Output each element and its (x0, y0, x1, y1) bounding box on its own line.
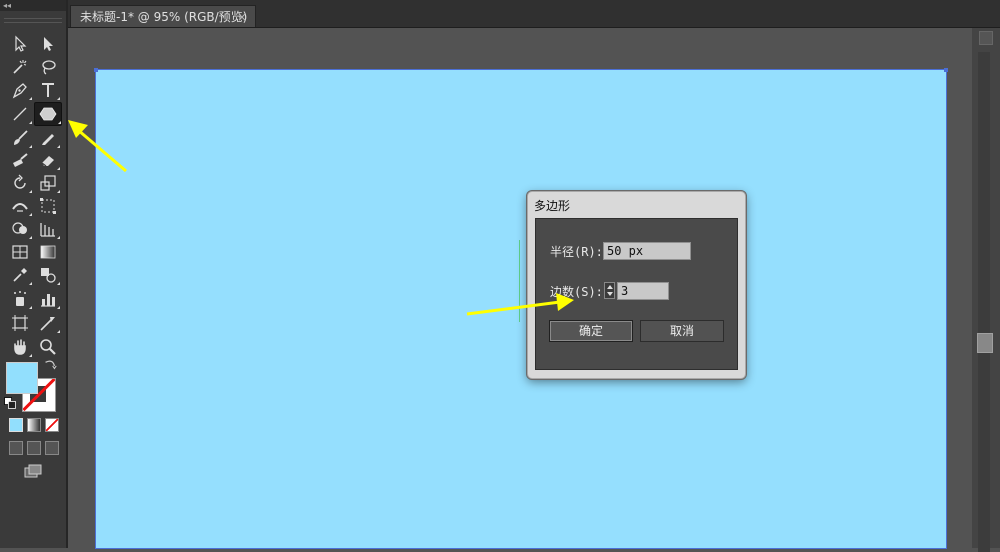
perspective-grid-tool-icon[interactable] (36, 218, 60, 240)
slice-tool-icon[interactable] (36, 312, 60, 334)
swap-fill-stroke-icon[interactable] (42, 358, 58, 372)
radius-input[interactable]: 50 px (603, 242, 691, 260)
eraser-tool-icon[interactable] (36, 149, 60, 171)
pen-tool-icon[interactable] (8, 79, 32, 101)
fill-swatch[interactable] (6, 362, 38, 394)
vertical-scrollbar[interactable] (972, 28, 1000, 552)
scrollbar-track[interactable] (978, 52, 990, 552)
default-fill-stroke-icon[interactable] (3, 396, 17, 410)
polygon-dialog: 多边形 半径(R): 50 px 边数(S): 3 确定 取消 (527, 191, 746, 379)
paintbrush-tool-icon[interactable] (8, 127, 32, 149)
scrollbar-thumb[interactable] (977, 333, 993, 353)
close-tab-icon[interactable]: × (237, 6, 247, 28)
artboard-handle (944, 68, 948, 72)
cancel-button[interactable]: 取消 (640, 320, 724, 342)
sides-stepper-icon[interactable] (604, 282, 615, 299)
draw-behind-icon[interactable] (27, 441, 41, 455)
none-mode-icon[interactable] (45, 418, 59, 432)
artboard[interactable] (94, 68, 948, 548)
guide-line (519, 240, 520, 322)
hand-tool-icon[interactable] (8, 336, 32, 358)
gradient-mode-icon[interactable] (27, 418, 41, 432)
tools-panel: ◂◂ (0, 0, 68, 548)
draw-inside-icon[interactable] (45, 441, 59, 455)
document-tab-title: 未标题-1* @ 95% (RGB/预览) (80, 10, 248, 24)
magic-wand-tool-icon[interactable] (8, 56, 32, 78)
gradient-tool-icon[interactable] (36, 241, 60, 263)
rotate-tool-icon[interactable] (8, 172, 32, 194)
scale-tool-icon[interactable] (36, 172, 60, 194)
type-tool-icon[interactable] (36, 79, 60, 101)
blob-brush-tool-icon[interactable] (8, 149, 32, 171)
column-graph-tool-icon[interactable] (36, 288, 60, 310)
eyedropper-tool-icon[interactable] (8, 264, 32, 286)
document-tab[interactable]: 未标题-1* @ 95% (RGB/预览) × (70, 5, 256, 27)
sides-label: 边数(S): (550, 285, 603, 299)
radius-label: 半径(R): (550, 245, 603, 259)
artboard-tool-icon[interactable] (8, 312, 32, 334)
polygon-tool-icon[interactable] (34, 102, 62, 126)
line-segment-tool-icon[interactable] (8, 103, 32, 125)
panel-collapse-icon[interactable]: ◂◂ (0, 0, 66, 11)
scroll-up-icon[interactable] (979, 31, 993, 45)
mesh-tool-icon[interactable] (8, 241, 32, 263)
symbol-sprayer-tool-icon[interactable] (8, 288, 32, 310)
ok-button[interactable]: 确定 (549, 320, 633, 342)
pencil-tool-icon[interactable] (36, 127, 60, 149)
width-tool-icon[interactable] (8, 195, 32, 217)
dialog-title: 多边形 (534, 199, 571, 213)
artboard-handle (94, 68, 98, 72)
panel-grip[interactable] (4, 18, 62, 23)
lasso-tool-icon[interactable] (36, 56, 60, 78)
selection-tool-icon[interactable] (8, 33, 32, 55)
zoom-tool-icon[interactable] (36, 336, 60, 358)
shape-builder-tool-icon[interactable] (8, 218, 32, 240)
blend-tool-icon[interactable] (36, 264, 60, 286)
document-tab-bar: 未标题-1* @ 95% (RGB/预览) × (68, 0, 1000, 28)
screen-mode-icon[interactable] (20, 461, 46, 481)
color-mode-icon[interactable] (9, 418, 23, 432)
sides-input[interactable]: 3 (617, 282, 669, 300)
direct-selection-tool-icon[interactable] (36, 33, 60, 55)
dialog-body: 半径(R): 50 px 边数(S): 3 确定 取消 (535, 218, 738, 370)
draw-normal-icon[interactable] (9, 441, 23, 455)
free-transform-tool-icon[interactable] (36, 195, 60, 217)
